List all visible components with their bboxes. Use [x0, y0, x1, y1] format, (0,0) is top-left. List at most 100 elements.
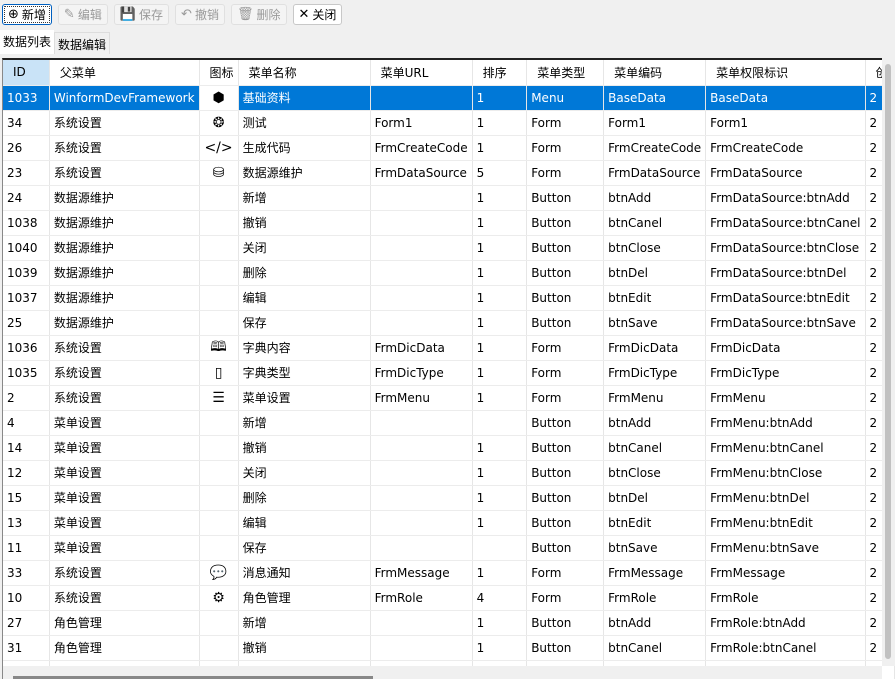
cell[interactable]: 编辑 [238, 510, 371, 536]
cell[interactable]: Button [526, 635, 605, 661]
cell[interactable]: 基础资料 [238, 85, 371, 111]
cell[interactable]: 1 [472, 635, 528, 661]
cell[interactable]: Form [526, 110, 605, 136]
cell[interactable]: Menu [526, 85, 605, 111]
cell[interactable] [370, 485, 473, 511]
cell[interactable]: FrmMessage [370, 560, 473, 586]
cell[interactable]: Button [526, 410, 605, 436]
cell[interactable]: 1040 [3, 235, 50, 261]
icon-cell[interactable]: ❂ [199, 110, 239, 136]
tab-1[interactable]: 数据编辑 [54, 32, 111, 54]
cell[interactable]: 系统设置 [49, 360, 200, 386]
table-row[interactable]: 24 数据源维护 新增 1 Button btnAdd FrmDataSource:btnA… [3, 185, 895, 211]
cell[interactable]: 4 [3, 410, 50, 436]
cell[interactable]: FrmCreateCode [603, 135, 707, 161]
cell[interactable] [370, 435, 473, 461]
table-row[interactable]: 13 菜单设置 编辑 1 Button btnEdit FrmMenu:btnEdit 2 [3, 510, 895, 536]
cell[interactable]: FrmMenu:btnSave [705, 535, 866, 561]
cell[interactable]: FrmMenu [705, 385, 866, 411]
cell[interactable]: btnCanel [603, 210, 707, 236]
cell[interactable]: 1 [472, 235, 528, 261]
cell[interactable]: Button [526, 260, 605, 286]
cell[interactable]: 数据源维护 [49, 285, 200, 311]
table-row[interactable]: 14 菜单设置 撤销 1 Button btnCanel FrmMenu:btnCanel 2 [3, 435, 895, 461]
toolbar-button-save[interactable]: 💾 保存 [113, 4, 170, 25]
column-header[interactable]: 父菜单 [49, 60, 200, 86]
table-row[interactable]: 1033 WinformDevFramework ⬢ 基础资料 1 Menu BaseDat… [3, 85, 895, 111]
icon-cell[interactable] [199, 510, 239, 536]
table-row[interactable]: 1036 系统设置 🕮 字典内容 FrmDicData 1 Form FrmDicData Fr… [3, 335, 895, 361]
cell[interactable]: FrmRole [370, 585, 473, 611]
cell[interactable]: 1 [472, 460, 528, 486]
cell[interactable] [370, 460, 473, 486]
cell[interactable]: 测试 [238, 110, 371, 136]
cell[interactable] [472, 410, 528, 436]
cell[interactable]: Form [526, 335, 605, 361]
cell[interactable]: 1 [472, 285, 528, 311]
cell[interactable]: 1033 [3, 85, 50, 111]
table-row[interactable]: 4 菜单设置 新增 Button btnAdd FrmMenu:btnAdd 2 [3, 410, 895, 436]
cell[interactable]: Button [526, 210, 605, 236]
cell[interactable]: btnCanel [603, 635, 707, 661]
table-row[interactable]: 33 系统设置 💬 消息通知 FrmMessage 1 Form FrmMessage FrmM… [3, 560, 895, 586]
cell[interactable]: Form [526, 385, 605, 411]
cell[interactable] [370, 310, 473, 336]
cell[interactable]: BaseData [603, 85, 707, 111]
cell[interactable]: 1 [472, 85, 528, 111]
icon-cell[interactable]: 🕮 [199, 335, 239, 361]
column-header[interactable]: 图标 [199, 60, 239, 86]
cell[interactable] [370, 235, 473, 261]
cell[interactable]: FrmDicType [370, 360, 473, 386]
column-header[interactable]: 菜单名称 [238, 60, 371, 86]
icon-cell[interactable]: ⛁ [199, 160, 239, 186]
cell[interactable]: FrmRole:btnAdd [705, 610, 866, 636]
icon-cell[interactable]: ⬢ [199, 85, 239, 111]
cell[interactable]: 23 [3, 160, 50, 186]
table-row[interactable]: 1038 数据源维护 撤销 1 Button btnCanel FrmDataSource:… [3, 210, 895, 236]
cell[interactable]: Form [526, 360, 605, 386]
cell[interactable]: FrmDicData [370, 335, 473, 361]
cell[interactable]: btnAdd [603, 610, 707, 636]
cell[interactable]: btnClose [603, 460, 707, 486]
cell[interactable]: 数据源维护 [49, 260, 200, 286]
cell[interactable]: 24 [3, 185, 50, 211]
table-row[interactable]: 27 角色管理 新增 1 Button btnAdd FrmRole:btnAdd 2 [3, 610, 895, 636]
cell[interactable] [370, 210, 473, 236]
icon-cell[interactable]: 💬 [199, 560, 239, 586]
icon-cell[interactable] [199, 485, 239, 511]
table-row[interactable]: 1037 数据源维护 编辑 1 Button btnEdit FrmDataSource:b… [3, 285, 895, 311]
cell[interactable]: 1 [472, 185, 528, 211]
cell[interactable]: BaseData [705, 85, 866, 111]
cell[interactable]: btnClose [603, 235, 707, 261]
cell[interactable]: FrmRole [705, 585, 866, 611]
cell[interactable]: 字典内容 [238, 335, 371, 361]
cell[interactable]: Form1 [603, 110, 707, 136]
cell[interactable]: 系统设置 [49, 335, 200, 361]
cell[interactable]: 新增 [238, 185, 371, 211]
cell[interactable]: 1 [472, 435, 528, 461]
cell[interactable]: FrmDicData [705, 335, 866, 361]
cell[interactable]: 菜单设置 [49, 410, 200, 436]
column-header[interactable]: 菜单URL [370, 60, 473, 86]
cell[interactable]: 菜单设置 [49, 435, 200, 461]
cell[interactable]: 生成代码 [238, 135, 371, 161]
cell[interactable]: FrmDicType [603, 360, 707, 386]
cell[interactable]: FrmMessage [603, 560, 707, 586]
cell[interactable]: 字典类型 [238, 360, 371, 386]
cell[interactable]: 关闭 [238, 460, 371, 486]
cell[interactable]: 1 [472, 560, 528, 586]
cell[interactable]: 保存 [238, 310, 371, 336]
tab-0[interactable]: 数据列表 [0, 30, 55, 54]
cell[interactable]: 10 [3, 585, 50, 611]
icon-cell[interactable] [199, 210, 239, 236]
cell[interactable]: 系统设置 [49, 160, 200, 186]
cell[interactable] [370, 535, 473, 561]
icon-cell[interactable] [199, 460, 239, 486]
cell[interactable]: FrmCreateCode [705, 135, 866, 161]
icon-cell[interactable] [199, 185, 239, 211]
cell[interactable] [370, 635, 473, 661]
cell[interactable]: FrmMenu:btnCanel [705, 435, 866, 461]
cell[interactable]: 11 [3, 535, 50, 561]
cell[interactable]: 角色管理 [49, 635, 200, 661]
cell[interactable]: FrmMenu:btnEdit [705, 510, 866, 536]
